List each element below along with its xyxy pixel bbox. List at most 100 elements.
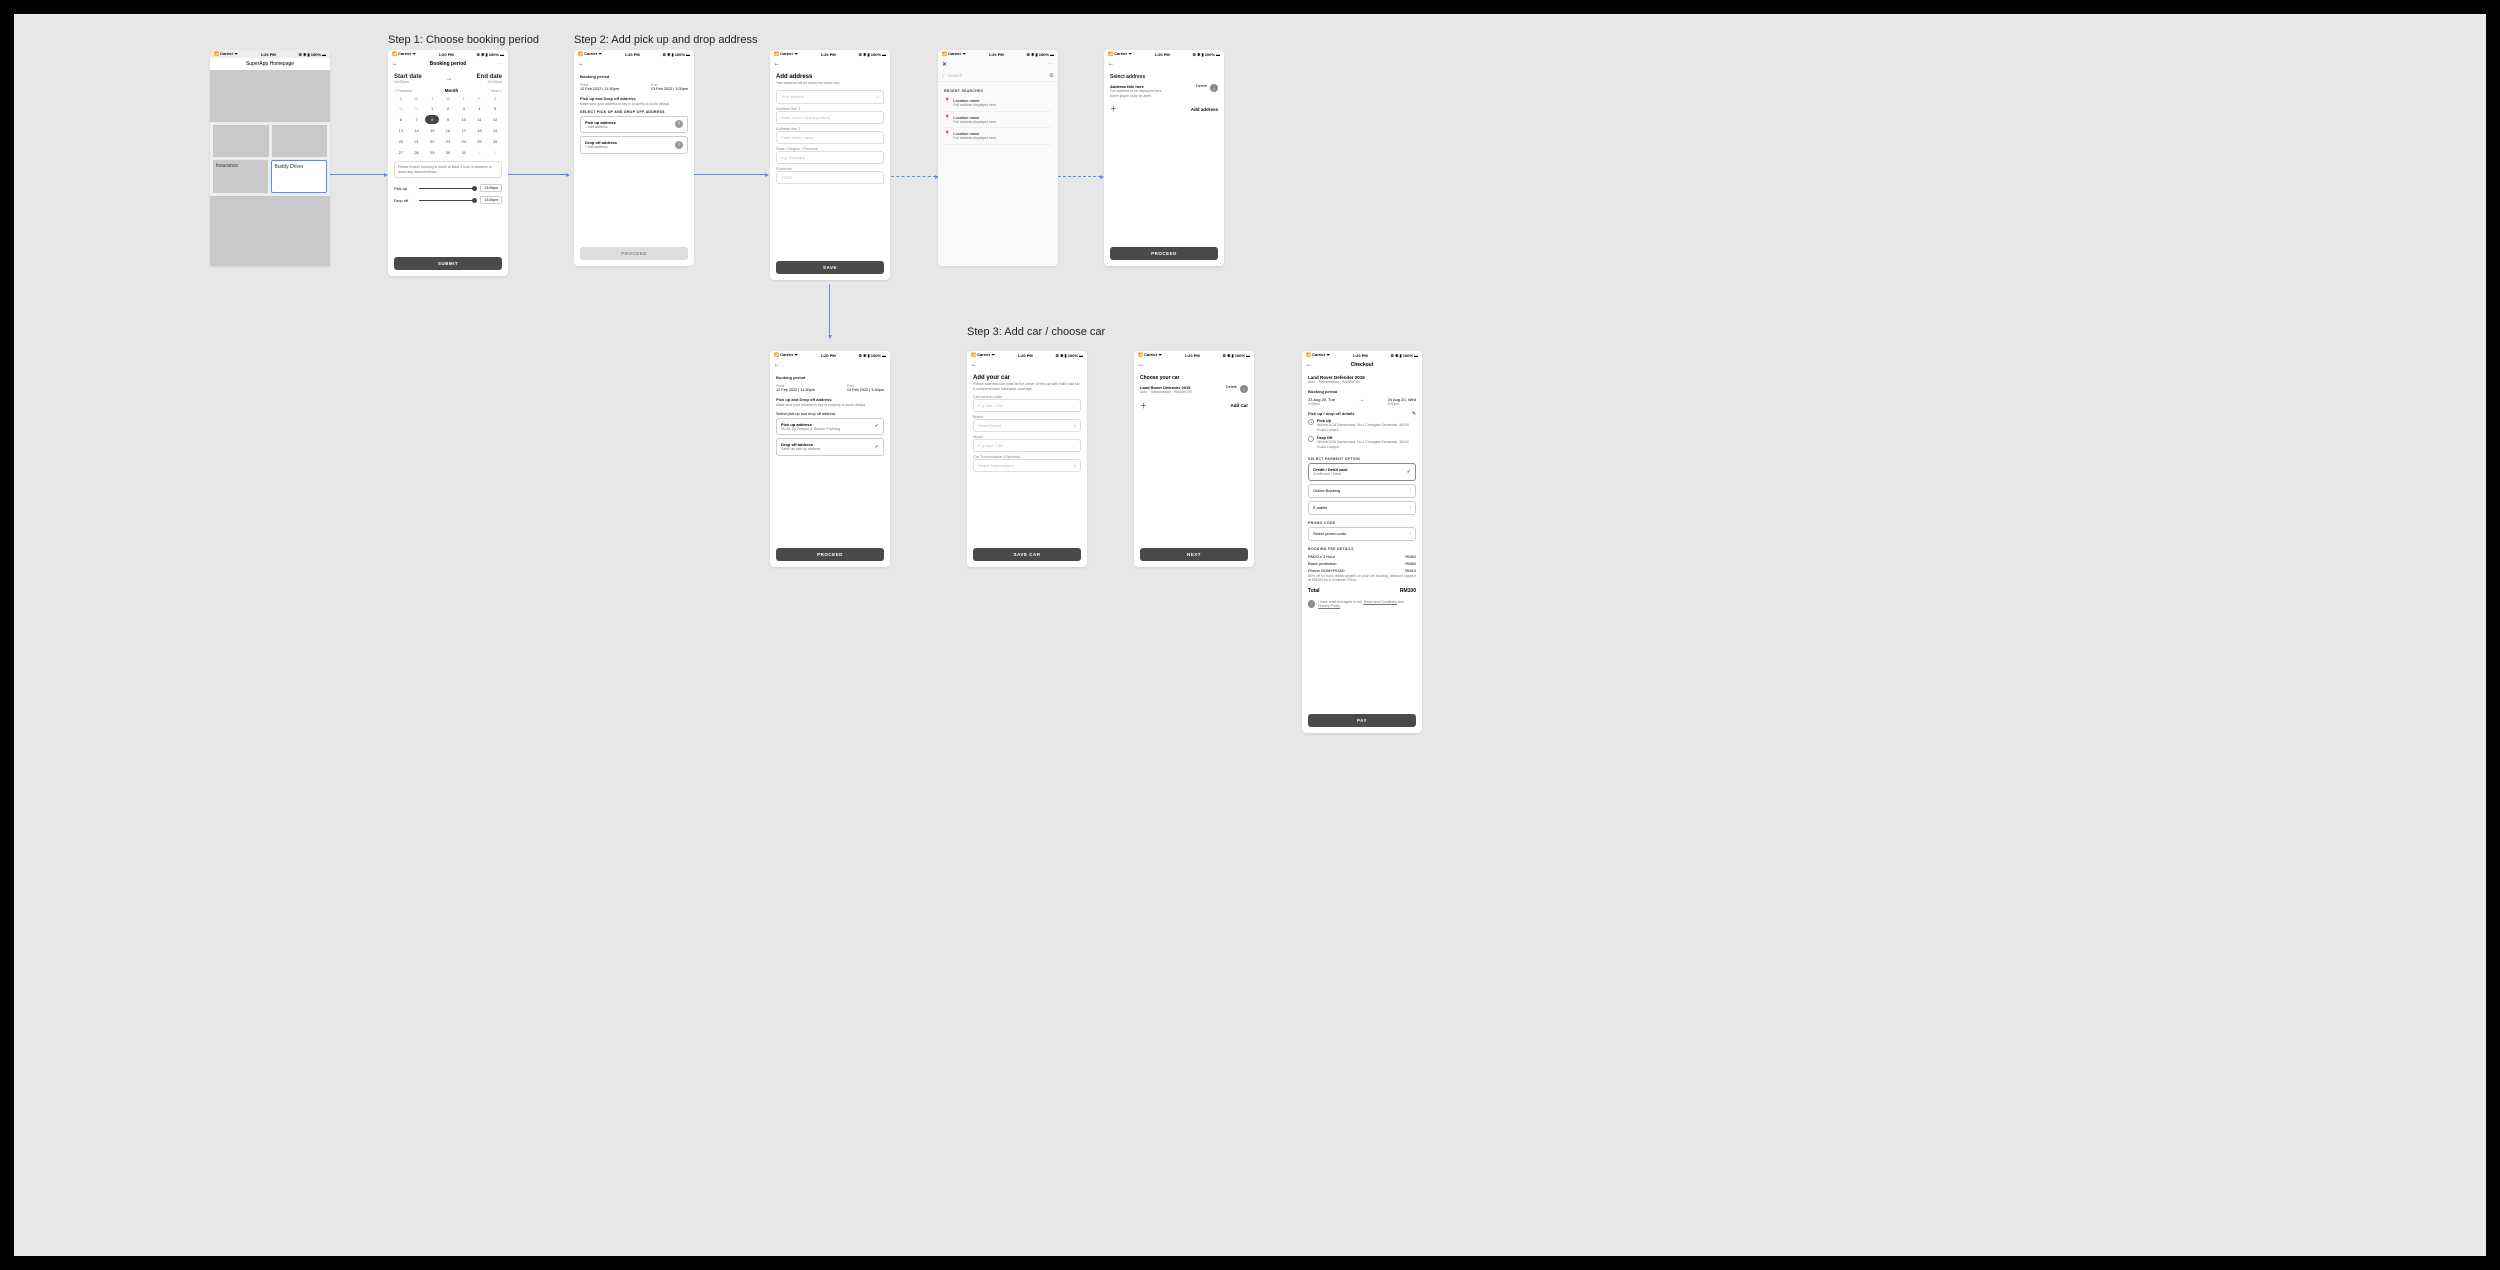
screen-address-empty: 📶 Carrier ᯤ 1:20 PM ⚙ ✱ ▮ 100% ▬ ← Booki… [574, 50, 694, 266]
pickup-dot-icon [1308, 419, 1314, 425]
addr-line2-input[interactable]: Enter street / area [776, 131, 884, 144]
select-heading: SELECT PICK UP AND DROP OFF ADDRESS [580, 110, 688, 114]
transmission-select[interactable]: Select Transmission▾ [973, 459, 1081, 472]
recent-item[interactable]: 📍Location nameFull address displayed her… [944, 95, 1052, 112]
back-icon[interactable]: ← [1138, 362, 1144, 368]
model-input[interactable]: E.g Myvi 1.5H [973, 439, 1081, 452]
dropoff-slider[interactable] [419, 200, 477, 201]
screen-choose-car: 📶 Carrier ᯤ 1:20 PM ⚙ ✱ ▮ 100% ▬ ← Choos… [1134, 351, 1254, 567]
back-icon[interactable]: ← [774, 362, 780, 368]
next-month[interactable]: Next > [491, 89, 502, 93]
plate-input[interactable]: E.g VAA 1234 [973, 399, 1081, 412]
postcode-input[interactable]: 47000 [776, 171, 884, 184]
check-icon: ✓ [875, 444, 879, 450]
screen-add-car: 📶 Carrier ᯤ 1:20 PM ⚙ ✱ ▮ 100% ▬ ← Add y… [967, 351, 1087, 567]
screen-checkout: 📶 Carrier ᯤ 1:20 PM ⚙ ✱ ▮ 100% ▬ ← Check… [1302, 351, 1422, 733]
pay-ewallet-option[interactable]: E-wallet› [1308, 501, 1416, 515]
status-right: ⚙ ✱ ▮ 100% ▬ [298, 52, 326, 57]
arrow-right-icon: → [446, 76, 452, 82]
more-icon[interactable]: ⋯ [498, 61, 504, 67]
target-icon[interactable]: ⊕ [1049, 72, 1054, 79]
proceed-button[interactable]: PROCEED [776, 548, 884, 561]
choose-car-title: Choose your car [1140, 375, 1248, 381]
delete-link[interactable]: Delete [1226, 385, 1237, 389]
prev-month[interactable]: < Previous [394, 89, 412, 93]
close-icon[interactable]: ✕ [942, 61, 947, 68]
add-car-row[interactable]: ＋ Add Car [1140, 401, 1248, 411]
dropoff-label: Drop off [394, 198, 416, 203]
recent-item[interactable]: 📍Location nameFull address displayed her… [944, 112, 1052, 129]
dropoff-address-card[interactable]: Drop off addressSame as pick up address … [776, 438, 884, 456]
check-icon[interactable]: ✓ [1210, 84, 1218, 92]
add-address-title: Add address [776, 74, 884, 80]
arrow-1 [330, 174, 385, 175]
brand-select[interactable]: Select Brand▾ [973, 419, 1081, 432]
add-car-title: Add your car [973, 375, 1081, 381]
pickup-address-card[interactable]: Pick up addressNo.26 Jln Tempua 5, Banda… [776, 418, 884, 436]
chevron-down-icon: ▾ [1074, 423, 1076, 428]
add-address-row[interactable]: ＋ Add address [1110, 104, 1218, 114]
nav-title: Booking period [388, 61, 508, 67]
arrow-6 [829, 284, 830, 336]
pickup-slider[interactable] [419, 188, 477, 189]
edit-icon[interactable]: ✎ [1412, 411, 1416, 417]
plus-icon: ＋ [1140, 401, 1147, 411]
delete-link[interactable]: Delete [1196, 84, 1207, 88]
back-icon[interactable]: ← [774, 61, 780, 67]
pay-card-option[interactable]: Credit / Debit cardCredit card / Debit ✓ [1308, 463, 1416, 481]
search-icon: ⌕ [876, 94, 879, 100]
pin-icon: 📍 [944, 131, 950, 141]
recent-item[interactable]: 📍Location nameFull address displayed her… [944, 128, 1052, 145]
info-icon: i [675, 120, 683, 128]
back-icon[interactable]: ← [1108, 61, 1114, 67]
screen-select-address: 📶 Carrier ᯤ 1:20 PM ⚙ ✱ ▮ 100% ▬ ← Selec… [1104, 50, 1224, 266]
dropoff-address-card[interactable]: Drop off address+ Add address i [580, 136, 688, 154]
state-input[interactable]: e.g. Selangor [776, 151, 884, 164]
proceed-button[interactable]: PROCEED [580, 247, 688, 260]
more-icon[interactable]: ⋯ [1048, 61, 1054, 67]
tnc-link[interactable]: Terms and Conditions [1363, 600, 1397, 604]
search-input[interactable]: Search [948, 73, 1049, 78]
dropoff-dot-icon [1308, 436, 1314, 442]
save-button[interactable]: SAVE [776, 261, 884, 274]
chevron-right-icon: › [1409, 488, 1411, 494]
your-address-input[interactable]: Your address⌕ [776, 90, 884, 104]
status-carrier: 📶 Carrier ᯤ [214, 51, 238, 57]
submit-button[interactable]: SUBMIT [394, 257, 502, 270]
agree-check-icon[interactable]: ✓ [1308, 600, 1315, 608]
promo-select[interactable]: Select promo code› [1308, 527, 1416, 541]
back-icon[interactable]: ← [971, 362, 977, 368]
pay-online-option[interactable]: Online Banking› [1308, 484, 1416, 498]
proceed-button[interactable]: PROCEED [1110, 247, 1218, 260]
step2-label: Step 2: Add pick up and drop address [574, 34, 757, 46]
next-button[interactable]: NEXT [1140, 548, 1248, 561]
check-icon[interactable]: ✓ [1240, 385, 1248, 393]
tile-buddy-driver[interactable]: Buddy Driver [271, 160, 328, 193]
arrow-2 [507, 174, 567, 175]
arrow-4 [891, 176, 936, 177]
status-time: 1:20 PM [261, 52, 276, 57]
recent-heading: RECENT SEARCHES [944, 89, 1052, 93]
screen-search: 📶 Carrier ᯤ 1:20 PM ⚙ ✱ ▮ 100% ▬ ✕⋯ ⌕ Se… [938, 50, 1058, 266]
pay-button[interactable]: PAY [1308, 714, 1416, 727]
screen-address-selected: 📶 Carrier ᯤ 1:20 PM ⚙ ✱ ▮ 100% ▬ ← Booki… [770, 351, 890, 567]
pickup-address-card[interactable]: Pick up address+ Add address i [580, 116, 688, 134]
arrow-3 [694, 174, 766, 175]
back-icon[interactable]: ← [578, 61, 584, 67]
calendar[interactable]: SMTWTFS 303112345 6789101112 13141516171… [394, 96, 502, 157]
arrow-right-icon: → [1359, 397, 1364, 403]
screen-booking-period: 📶 Carrier ᯤ 1:20 PM ⚙ ✱ ▮ 100% ▬ ← Booki… [388, 50, 508, 276]
tile-insurance[interactable]: Insurance [213, 160, 268, 193]
privacy-link[interactable]: Privacy Policy [1318, 604, 1340, 608]
chevron-right-icon: › [1409, 531, 1411, 537]
save-car-button[interactable]: SAVE CAR [973, 548, 1081, 561]
addr-line1-input[interactable]: Enter home / building name [776, 111, 884, 124]
total-label: Total [1308, 588, 1320, 594]
check-icon: ✓ [875, 423, 879, 429]
arrow-5 [1058, 176, 1101, 177]
check-icon: ✓ [1407, 469, 1411, 475]
pin-icon: 📍 [944, 115, 950, 125]
chevron-down-icon: ▾ [1074, 463, 1076, 468]
step3-label: Step 3: Add car / choose car [967, 326, 1105, 338]
home-title: SuperApp Homepage [210, 58, 330, 70]
